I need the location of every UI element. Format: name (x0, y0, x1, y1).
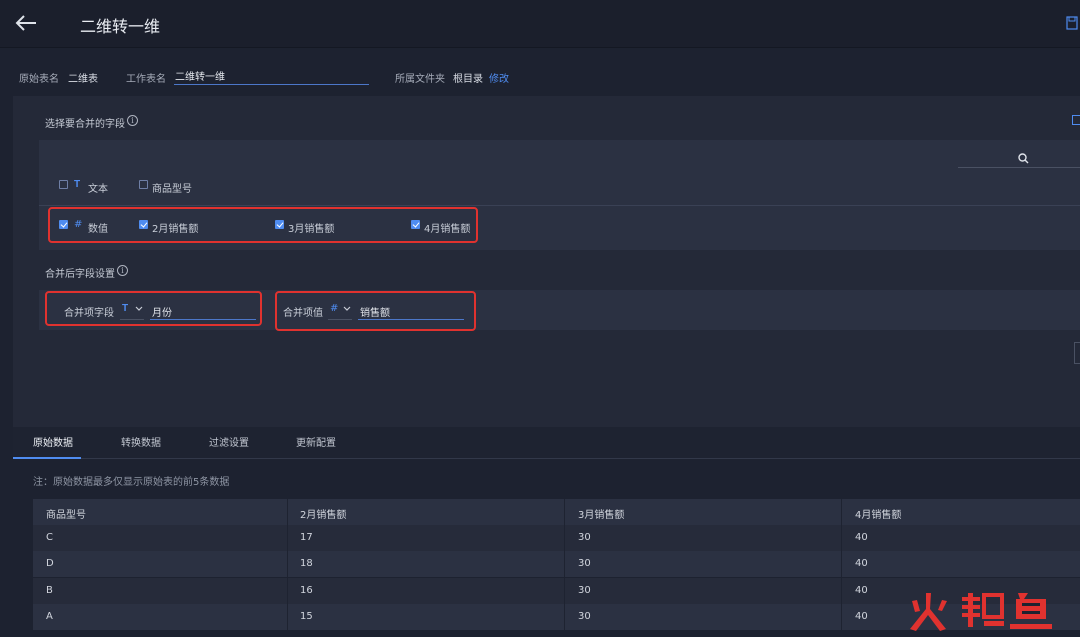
panel-toggle-icon[interactable] (1072, 115, 1080, 125)
field-label-model: 商品型号 (152, 184, 192, 195)
source-table-value: 二维表 (68, 74, 98, 85)
save-icon[interactable] (1066, 16, 1078, 30)
folder-value: 根目录 (453, 74, 483, 85)
table-cell: C (46, 532, 53, 543)
watermark-logo (910, 593, 1052, 631)
table-header-cell: 2月销售额 (300, 510, 347, 521)
highlight-numeric-fields (48, 207, 478, 243)
source-table-label: 原始表名 (19, 74, 59, 85)
active-tab-indicator (13, 457, 81, 459)
table-header-cell: 3月销售额 (578, 510, 625, 521)
page-title: 二维转一维 (80, 17, 161, 36)
column-divider (841, 499, 842, 525)
top-bar: 二维转一维 (0, 0, 1080, 48)
search-icon (1018, 153, 1029, 164)
work-table-value: 二维转一维 (175, 72, 225, 83)
arrow-left-icon[interactable] (14, 12, 38, 34)
highlight-item-field (45, 291, 262, 326)
column-divider (564, 551, 565, 577)
table-cell: 15 (300, 611, 313, 622)
tab-raw-data[interactable]: 原始数据 (33, 434, 73, 449)
column-divider (287, 604, 288, 630)
table-header-cell: 4月销售额 (855, 510, 902, 521)
folder-label: 所属文件夹 (395, 74, 445, 85)
table-cell: 16 (300, 585, 313, 596)
column-divider (564, 499, 565, 525)
table-cell: 40 (855, 585, 868, 596)
table-cell: A (46, 611, 53, 622)
column-divider (564, 578, 565, 604)
text-group-checkbox[interactable] (59, 180, 68, 189)
table-cell: 30 (578, 585, 591, 596)
table-cell: 30 (578, 558, 591, 569)
tab-converted-data[interactable]: 转换数据 (121, 434, 161, 449)
table-row: C 17 30 40 (33, 525, 1080, 551)
table-cell: 30 (578, 532, 591, 543)
table-cell: 17 (300, 532, 313, 543)
merge-fields-label: 选择要合并的字段 (45, 119, 125, 130)
work-table-label: 工作表名 (126, 74, 166, 85)
text-group-label: 文本 (88, 184, 108, 195)
tab-bar: 原始数据 转换数据 过滤设置 更新配置 (13, 427, 1080, 459)
table-cell: 30 (578, 611, 591, 622)
column-divider (287, 551, 288, 577)
column-divider (841, 578, 842, 604)
table-cell: 40 (855, 558, 868, 569)
table-cell: 40 (855, 611, 868, 622)
column-divider (841, 551, 842, 577)
panel-side-button[interactable] (1074, 342, 1080, 364)
column-divider (287, 578, 288, 604)
table-cell: 40 (855, 532, 868, 543)
table-header-cell: 商品型号 (46, 510, 86, 521)
column-divider (841, 604, 842, 630)
column-divider (287, 499, 288, 525)
field-divider (39, 205, 1080, 206)
table-cell: B (46, 585, 53, 596)
column-divider (564, 525, 565, 551)
column-divider (564, 604, 565, 630)
field-search-input[interactable] (958, 150, 1080, 168)
info-icon[interactable]: i (127, 115, 138, 126)
table-row: D 18 30 40 (33, 551, 1080, 577)
work-table-input[interactable]: 二维转一维 (174, 67, 369, 85)
table-header-row: 商品型号 2月销售额 3月销售额 4月销售额 (33, 499, 1080, 525)
column-divider (287, 525, 288, 551)
table-cell: D (46, 558, 54, 569)
data-note: 注：原始数据最多仅显示原始表的前5条数据 (33, 477, 230, 488)
field-checkbox-model[interactable] (139, 180, 148, 189)
after-merge-label: 合并后字段设置 (45, 269, 115, 280)
highlight-value-field (275, 291, 476, 331)
table-cell: 18 (300, 558, 313, 569)
tab-update-config[interactable]: 更新配置 (296, 434, 336, 449)
tab-filter-settings[interactable]: 过滤设置 (209, 434, 249, 449)
edit-folder-link[interactable]: 修改 (489, 70, 509, 85)
column-divider (841, 525, 842, 551)
info-icon[interactable]: i (117, 265, 128, 276)
text-type-icon: T (74, 179, 81, 190)
